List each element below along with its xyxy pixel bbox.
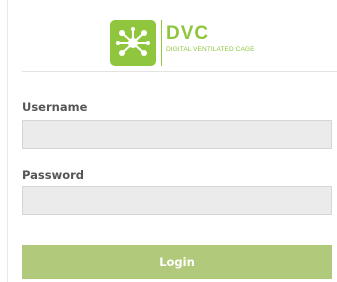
password-field[interactable] [22,186,332,215]
logo: DVC DIGITAL VENTILATED CAGE [110,20,255,66]
password-label: Password [22,168,84,182]
logo-divider [161,20,162,66]
username-field[interactable] [22,120,332,149]
login-button[interactable]: Login [22,245,332,279]
login-page: DVC DIGITAL VENTILATED CAGE Username Pas… [0,0,337,282]
username-label: Username [22,100,88,114]
network-logo-icon [110,20,156,66]
logo-text: DVC DIGITAL VENTILATED CAGE [166,20,255,53]
brand-name: DVC [166,23,210,44]
left-divider [7,0,8,282]
header: DVC DIGITAL VENTILATED CAGE [22,0,337,72]
brand-tagline: DIGITAL VENTILATED CAGE [166,46,255,53]
